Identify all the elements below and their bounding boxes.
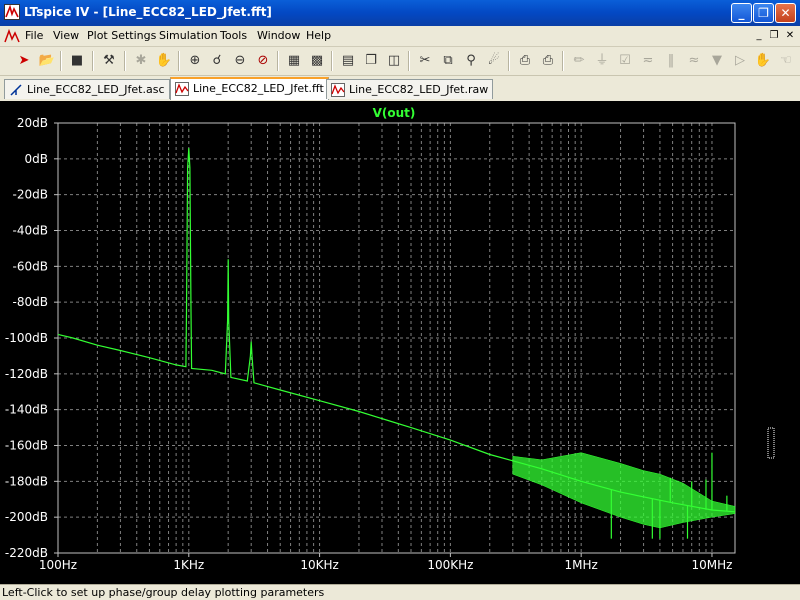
print-preview-icon[interactable]: ⎙ [516,52,534,70]
autorange-icon[interactable]: ▦ [285,52,303,70]
y-tick-label: -60dB [13,259,48,273]
menu-window[interactable]: Window [257,29,300,42]
minimize-button[interactable]: _ [731,3,752,23]
print-icon[interactable]: ⎙ [539,52,557,70]
x-tick-label: 10KHz [300,558,338,572]
status-bar: Left-Click to set up phase/group delay p… [0,584,800,600]
wire-icon[interactable]: ✏ [570,52,588,70]
tab-schematic[interactable]: Line_ECC82_LED_Jfet.asc [4,79,170,99]
tab-raw[interactable]: Line_ECC82_LED_Jfet.raw [326,79,494,99]
resistor-icon[interactable]: ≂ [639,52,657,70]
y-axis[interactable]: 20dB 0dB -20dB -40dB -60dB -80dB -100dB -120dB -… [5,116,58,560]
tab-label: Line_ECC82_LED_Jfet.fft [193,82,324,95]
pan-icon[interactable]: ✋ [155,52,173,70]
x-axis[interactable]: 100Hz 1KHz 10KHz 100KHz 1MHz 10MHz [39,553,733,572]
y-tick-label: -20dB [13,188,48,202]
tile-horizontal-icon[interactable]: ▤ [339,52,357,70]
mdi-document-icon[interactable] [4,28,20,44]
x-tick-label: 1KHz [173,558,204,572]
fft-plot[interactable]: 20dB 0dB -20dB -40dB -60dB -80dB -100dB -120dB -… [0,101,800,584]
maximize-button[interactable]: ❐ [753,3,774,23]
y-tick-label: -40dB [13,224,48,238]
x-tick-label: 1MHz [565,558,598,572]
capacitor-icon[interactable]: ‖ [662,52,680,70]
menu-view[interactable]: View [53,29,79,42]
noise-band [512,452,736,529]
zoom-out-icon[interactable]: ⊖ [231,52,249,70]
document-tabs: Line_ECC82_LED_Jfet.asc Line_ECC82_LED_J… [0,77,800,101]
cut-icon[interactable]: ✂ [416,52,434,70]
label-icon[interactable]: ☑ [616,52,634,70]
close-button[interactable]: ✕ [775,3,796,23]
menu-tools[interactable]: Tools [220,29,247,42]
window-title: LTspice IV - [Line_ECC82_LED_Jfet.fft] [24,5,272,19]
trace-label[interactable]: V(out) [373,106,416,120]
grid-icon[interactable]: ▩ [308,52,326,70]
toolbar: ➤ 📂 ■ ⚒ ✱ ✋ ⊕ ☌ ⊖ ⊘ ▦ ▩ ▤ ❐ ◫ ✂ ⧉ ⚲ ☄ ⎙ … [0,47,800,76]
diode-icon[interactable]: ▼ [708,52,726,70]
mdi-minimize-button[interactable]: _ [752,29,766,43]
open-icon[interactable]: 📂 [38,52,56,70]
copy-icon[interactable]: ⧉ [439,52,457,70]
inductor-icon[interactable]: ≈ [685,52,703,70]
move-icon[interactable]: ✋ [754,52,772,70]
x-tick-label: 10MHz [691,558,732,572]
y-tick-label: -100dB [5,331,48,345]
status-text: Left-Click to set up phase/group delay p… [2,586,325,599]
menu-plot-settings[interactable]: Plot Settings [87,29,156,42]
halt-icon[interactable]: ✱ [132,52,150,70]
waveform-icon [331,83,345,97]
y-tick-label: -140dB [5,403,48,417]
waveform-icon [175,82,189,96]
save-icon[interactable]: ■ [68,52,86,70]
run-icon[interactable]: ➤ [15,52,33,70]
mdi-close-button[interactable]: ✕ [783,29,797,43]
component-icon[interactable]: ▷ [731,52,749,70]
y-tick-label: 0dB [25,152,48,166]
tile-vertical-icon[interactable]: ◫ [385,52,403,70]
find-icon[interactable]: ⚲ [462,52,480,70]
cascade-icon[interactable]: ❐ [362,52,380,70]
menu-file[interactable]: File [25,29,43,42]
y-tick-label: -160dB [5,439,48,453]
menu-simulation[interactable]: Simulation [159,29,218,42]
menu-help[interactable]: Help [306,29,331,42]
zoom-area-icon[interactable]: ☌ [208,52,226,70]
x-tick-label: 100Hz [39,558,77,572]
y-tick-label: -80dB [13,295,48,309]
drag-icon[interactable]: ☜ [777,52,795,70]
mdi-restore-button[interactable]: ❐ [767,29,781,43]
ltspice-app-icon[interactable] [4,4,20,20]
tab-label: Line_ECC82_LED_Jfet.raw [349,83,489,96]
zoom-cancel-icon[interactable]: ⊘ [254,52,272,70]
scroll-handle-icon[interactable] [767,427,775,459]
tab-fft[interactable]: Line_ECC82_LED_Jfet.fft [170,77,329,100]
zoom-in-icon[interactable]: ⊕ [186,52,204,70]
schematic-icon [9,83,23,97]
menu-bar: File View Plot Settings Simulation Tools… [0,26,800,47]
plot-pane[interactable]: 20dB 0dB -20dB -40dB -60dB -80dB -100dB -120dB -… [0,101,800,584]
control-panel-icon[interactable]: ⚒ [100,52,118,70]
find-next-icon[interactable]: ☄ [485,52,503,70]
y-tick-label: -180dB [5,474,48,488]
x-tick-label: 100KHz [427,558,473,572]
tab-label: Line_ECC82_LED_Jfet.asc [27,83,165,96]
trace-v-out [57,148,736,539]
title-bar: LTspice IV - [Line_ECC82_LED_Jfet.fft] _… [0,0,800,26]
y-tick-label: -200dB [5,510,48,524]
y-tick-label: 20dB [17,116,48,130]
y-tick-label: -120dB [5,367,48,381]
ground-icon[interactable]: ⏚ [593,52,611,70]
